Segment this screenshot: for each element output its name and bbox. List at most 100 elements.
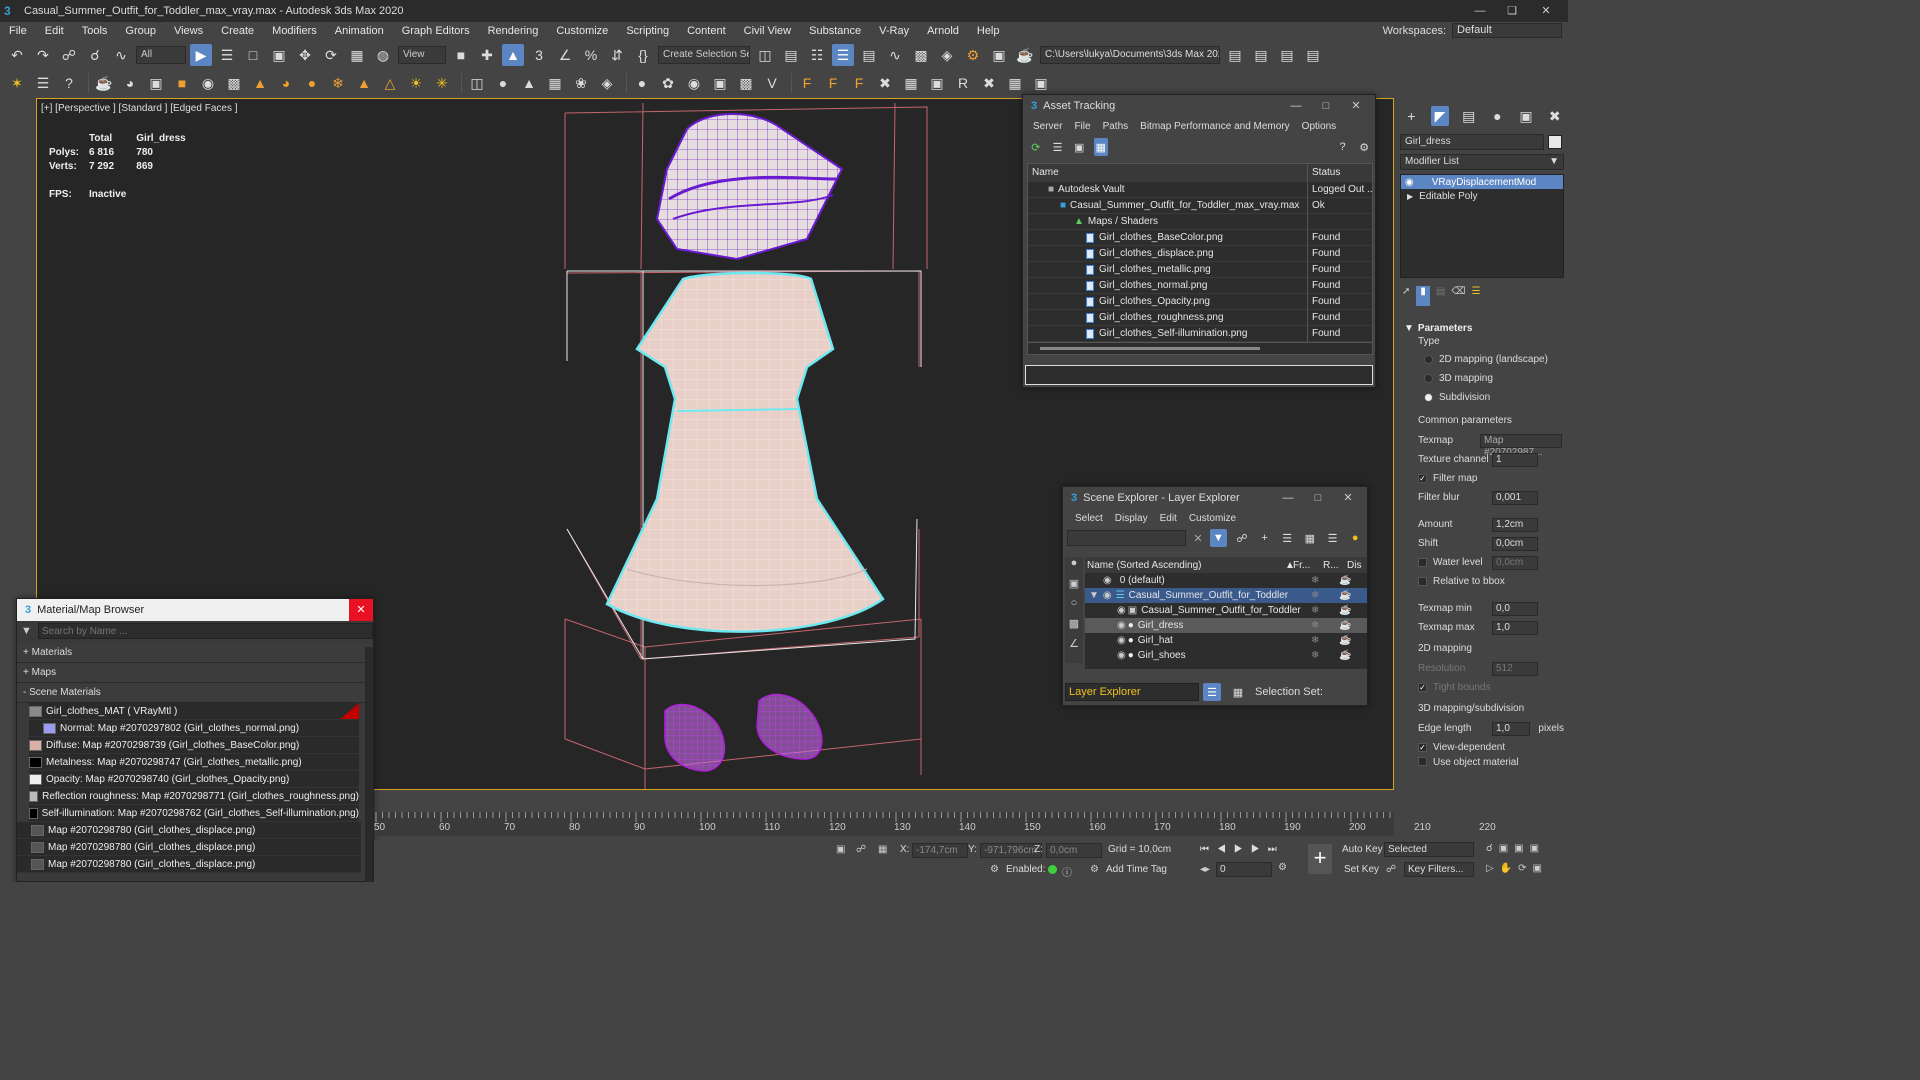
current-frame-field[interactable]: 0 [1216,862,1272,877]
modifier-stack-item[interactable]: ◉ VRayDisplacementMod [1401,175,1563,189]
eye-icon[interactable]: ◉ [1085,650,1126,661]
link-icon[interactable]: ☍ [58,44,80,66]
filter-blur-spinner[interactable]: 0,001 [1492,490,1538,505]
rendered-frame-window-icon[interactable]: ▣ [988,44,1010,66]
add-layer-icon[interactable]: + [1257,529,1273,547]
asset-col-status[interactable]: Status [1308,167,1372,178]
info-icon[interactable]: ⓘ [1062,864,1072,879]
zoom-extents-icon[interactable]: ▣ [1514,843,1529,854]
unlink-icon[interactable]: ☌ [84,44,106,66]
water-level-checkbox[interactable] [1418,558,1427,567]
table-row[interactable]: Girl_clothes_normal.png Found [1028,277,1372,294]
toggle-layer-explorer-icon[interactable]: ☰ [832,44,854,66]
material-item[interactable]: Girl_clothes_MAT ( VRayMtl ) [29,703,359,720]
move-icon[interactable]: ✥ [294,44,316,66]
filter-map-checkbox[interactable]: ✓ [1418,474,1427,483]
menu-views[interactable]: Views [165,25,212,37]
lock-icon[interactable]: ☍ [856,844,866,855]
menu-edit[interactable]: Edit [36,25,73,37]
se-col-freeze[interactable]: Fr... [1293,560,1323,571]
material-browser-titlebar[interactable]: 3 Material/Map Browser ✕ [17,599,373,621]
add-time-tag[interactable]: Add Time Tag [1106,864,1167,875]
sphere-light-icon[interactable]: ◕ [275,72,297,94]
display-lights-icon[interactable]: ○ [1065,597,1083,617]
menu-content[interactable]: Content [678,25,735,37]
freeze-icon[interactable]: ❄ [1311,650,1319,661]
type-3d-mapping-radio[interactable]: 3D mapping [1396,369,1568,388]
shift-spinner[interactable]: 0,0cm [1492,536,1538,551]
render-icon[interactable]: ☕ [1339,635,1351,646]
restore-icon[interactable]: ❏ [1496,0,1528,22]
expand-arrow-icon[interactable]: ▶ [1407,192,1413,201]
fp-icon-1[interactable]: F [796,72,818,94]
material-search-input[interactable] [37,623,373,639]
sphere-icon[interactable]: ● [492,72,514,94]
set-key-button[interactable]: Set Key [1344,864,1379,875]
display-objects-icon[interactable]: ● [1065,557,1083,577]
redo-icon[interactable]: ↷ [32,44,54,66]
map-item[interactable]: Map #2070298780 (Girl_clothes_displace.p… [17,839,361,856]
multi-material-icon[interactable]: ✿ [657,72,679,94]
table-row[interactable]: Girl_clothes_BaseColor.png Found [1028,229,1372,246]
display-helpers-icon[interactable]: ∠ [1065,637,1083,657]
freeze-icon[interactable]: ❄ [1311,620,1319,631]
eye-icon[interactable]: ◉ [1099,590,1112,601]
hierarchy-icon[interactable]: ▦ [1302,529,1318,547]
texmap-max-spinner[interactable]: 1,0 [1492,620,1538,635]
tight-bounds-row[interactable]: ✓ Tight bounds [1396,678,1568,697]
pivot-center-icon[interactable]: ■ [450,44,472,66]
se-col-name[interactable]: Name (Sorted Ascending) [1085,560,1285,571]
menu-tools[interactable]: Tools [73,25,117,37]
render-production-icon[interactable]: ☕ [1014,44,1036,66]
frame-icon[interactable]: ▣ [926,72,948,94]
texmap-button[interactable]: Map #20702987... [1480,433,1562,458]
parameters-rollout[interactable]: ▼ Parameters [1396,320,1568,336]
vray-toolbar-icon[interactable]: ✶ [6,72,28,94]
edge-length-spinner[interactable]: 1,0 [1492,721,1530,736]
asset-settings-icon[interactable]: ⚙ [1357,138,1371,156]
map-item[interactable]: Map #2070298780 (Girl_clothes_displace.p… [17,856,361,873]
asset-help-icon[interactable]: ? [1336,138,1350,156]
zoom-all-icon[interactable]: ▣ [1499,843,1514,854]
frame-buffer-icon[interactable]: ▣ [145,72,167,94]
render-icon[interactable]: ☕ [1339,575,1351,586]
explorer-type-dropdown[interactable]: Layer Explorer [1065,683,1199,701]
time-config-icon[interactable]: ⚙ [1278,862,1287,873]
tab-hierarchy-icon[interactable]: ▤ [1459,106,1478,126]
place-icon[interactable]: ◍ [372,44,394,66]
list-item[interactable]: ▼ ◉ ☰ Casual_Summer_Outfit_for_Toddler ❄… [1085,588,1367,603]
eye-icon[interactable]: ◉ [1085,575,1112,586]
freeze-icon[interactable]: ❄ [1311,605,1319,616]
list-item[interactable]: ◉ ● Girl_shoes ❄ ☕ [1085,648,1367,663]
zoom-icon[interactable]: ☌ [1486,843,1499,854]
relative-bbox-checkbox[interactable] [1418,577,1427,586]
keyboard-shortcut-icon[interactable]: ▲ [502,44,524,66]
cross-icon[interactable]: ✖ [978,72,1000,94]
collapse-arrow-icon[interactable]: ▼ [1085,590,1099,601]
scene-converter-icon[interactable]: ▩ [735,72,757,94]
freeze-icon[interactable]: ❄ [1311,590,1319,601]
menu-vray[interactable]: V-Ray [870,25,918,37]
render-icon[interactable]: ☕ [1339,605,1351,616]
freeze-icon[interactable]: ❄ [1311,575,1319,586]
table-icon[interactable]: ▦ [900,72,922,94]
remove-modifier-icon[interactable]: ⌫ [1451,286,1465,306]
displace-icon[interactable]: ◈ [596,72,618,94]
adaptive-degradation-icon[interactable]: ⚙ [990,864,999,875]
eye-icon[interactable]: ◉ [1085,620,1126,631]
category-materials[interactable]: + Materials [17,643,373,663]
hierarchy-toggle-icon[interactable]: ▦ [1229,683,1247,701]
asset-maximize-icon[interactable]: □ [1311,95,1341,117]
menu-graph-editors[interactable]: Graph Editors [393,25,479,37]
list-item[interactable]: ◉ ▣ Casual_Summer_Outfit_for_Toddler ❄ ☕ [1085,603,1367,618]
scene-explorer-titlebar[interactable]: 3 Scene Explorer - Layer Explorer — □ ✕ [1063,487,1367,509]
object-name-field[interactable]: Girl_dress [1400,134,1544,150]
angle-snap-icon[interactable]: ∠ [554,44,576,66]
z-coordinate-field[interactable]: 0,0cm [1046,843,1102,858]
menu-arnold[interactable]: Arnold [918,25,968,37]
asset-menu-server[interactable]: Server [1027,121,1068,132]
ies-light-icon[interactable]: ❄ [327,72,349,94]
go-to-end-icon[interactable]: ⏭ [1268,844,1285,855]
asset-tracking-titlebar[interactable]: 3 Asset Tracking — □ ✕ [1023,95,1375,117]
dome-light-icon[interactable]: ▲ [249,72,271,94]
